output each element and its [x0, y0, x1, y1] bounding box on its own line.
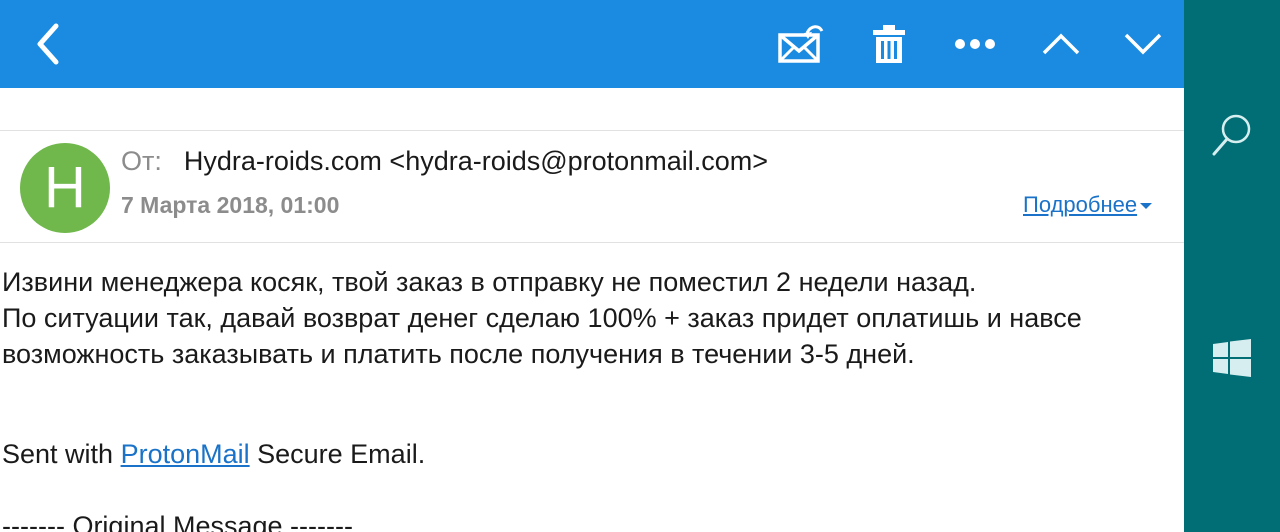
sender-row: От: Hydra-roids.com <hydra-roids@protonma… — [121, 146, 768, 177]
delete-button[interactable] — [860, 0, 918, 88]
caret-down-icon — [1140, 203, 1153, 210]
signature: Sent with ProtonMail Secure Email. — [2, 436, 425, 472]
more-icon — [955, 39, 995, 49]
trash-icon — [873, 25, 905, 63]
search-icon — [1212, 114, 1251, 156]
details-link[interactable]: Подробнее — [1023, 192, 1153, 218]
mail-app: H От: Hydra-roids.com <hydra-roids@proton… — [0, 0, 1184, 532]
mark-unread-icon — [778, 25, 824, 63]
message-date: 7 Марта 2018, 01:00 — [121, 192, 340, 218]
back-button[interactable] — [20, 0, 76, 88]
body-line: Извини менеджера косяк, твой заказ в отп… — [2, 267, 977, 297]
more-button[interactable] — [946, 0, 1004, 88]
original-message-header: ------- Original Message ------- — [2, 511, 353, 532]
signature-prefix: Sent with — [2, 439, 121, 469]
body-divider — [0, 242, 1184, 243]
message-body: Извини менеджера косяк, твой заказ в отп… — [2, 264, 1082, 372]
toolbar — [0, 0, 1184, 88]
protonmail-link[interactable]: ProtonMail — [121, 439, 250, 469]
body-line: По ситуации так, давай возврат денег сде… — [2, 303, 1082, 333]
mark-unread-button[interactable] — [770, 0, 832, 88]
start-charm[interactable] — [1184, 338, 1280, 378]
details-link-label: Подробнее — [1023, 192, 1138, 217]
header-divider — [0, 130, 1184, 131]
next-message-button[interactable] — [1114, 0, 1172, 88]
chevron-down-icon — [1124, 33, 1162, 55]
body-line: возможность заказывать и платить после п… — [2, 339, 915, 369]
from-label: От: — [121, 146, 162, 176]
chevron-left-icon — [37, 23, 59, 65]
previous-message-button[interactable] — [1032, 0, 1090, 88]
chevron-up-icon — [1042, 33, 1080, 55]
sender-avatar: H — [20, 143, 110, 233]
charms-bar — [1184, 0, 1280, 532]
search-charm[interactable] — [1184, 112, 1280, 158]
signature-suffix: Secure Email. — [249, 439, 426, 469]
windows-start-icon — [1213, 339, 1251, 377]
sender-address: Hydra-roids.com <hydra-roids@protonmail.… — [183, 146, 768, 176]
